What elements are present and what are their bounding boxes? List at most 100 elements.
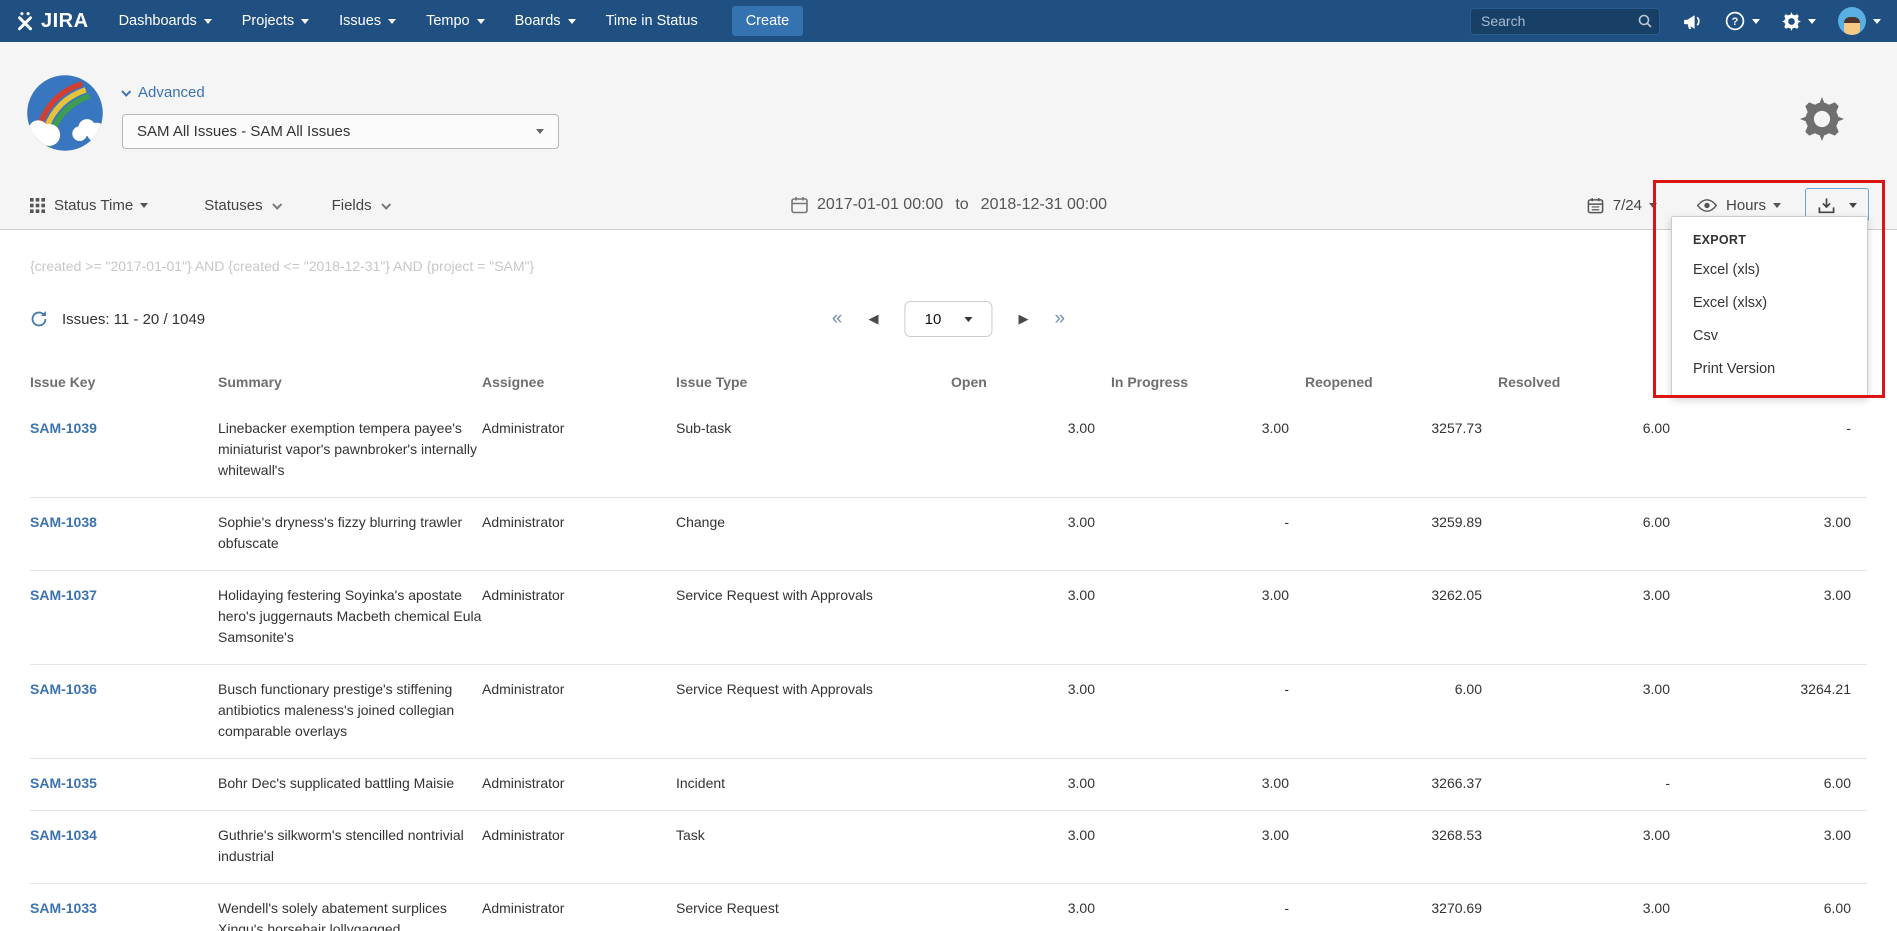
status-time-label: Status Time — [54, 197, 133, 214]
table-row: SAM-1038Sophie's dryness's fizzy blurrin… — [30, 498, 1867, 571]
export-print-version[interactable]: Print Version — [1672, 353, 1867, 386]
jira-logo[interactable]: JIRA — [14, 10, 89, 33]
issue-key-link[interactable]: SAM-1036 — [30, 681, 97, 697]
issue-summary-cell: Holidaying festering Soyinka's apostate … — [218, 571, 482, 665]
column-header-in-progress[interactable]: In Progress — [1111, 368, 1305, 404]
fields-label: Fields — [332, 197, 372, 214]
saved-filter-select[interactable]: SAM All Issues - SAM All Issues — [122, 114, 559, 149]
status-hours-cell: - — [1111, 665, 1305, 759]
date-range-picker[interactable]: 2017-01-01 00:00 to 2018-12-31 00:00 — [790, 196, 1107, 214]
status-hours-cell: 3264.21 — [1686, 665, 1867, 759]
column-header-summary[interactable]: Summary — [218, 368, 482, 404]
admin-settings-button[interactable] — [1782, 12, 1816, 31]
issue-assignee-cell: Administrator — [482, 811, 676, 884]
column-header-assignee[interactable]: Assignee — [482, 368, 676, 404]
search-icon[interactable] — [1638, 14, 1652, 33]
status-hours-cell: 6.00 — [1305, 665, 1498, 759]
nav-tempo[interactable]: Tempo — [426, 13, 485, 29]
issue-key-link[interactable]: SAM-1034 — [30, 827, 97, 843]
help-menu-button[interactable]: ? — [1725, 11, 1760, 31]
chevron-down-icon — [536, 129, 544, 134]
column-header-reopened[interactable]: Reopened — [1305, 368, 1498, 404]
page: JIRA Dashboards Projects Issues Tempo Bo… — [0, 0, 1897, 931]
statuses-label: Statuses — [204, 197, 262, 214]
report-header: Advanced SAM All Issues - SAM All Issues… — [0, 42, 1897, 230]
issue-key-link[interactable]: SAM-1033 — [30, 900, 97, 916]
issue-type-cell: Sub-task — [676, 404, 951, 498]
report-settings-button[interactable] — [1800, 97, 1844, 146]
issue-key-cell: SAM-1034 — [30, 811, 218, 884]
calendar-icon — [1587, 197, 1604, 214]
issue-key-link[interactable]: SAM-1038 — [30, 514, 97, 530]
nav-issues[interactable]: Issues — [339, 13, 396, 29]
fields-menu[interactable]: Fields — [332, 197, 389, 214]
refresh-icon — [30, 310, 48, 328]
results-bar: Issues: 11 - 20 / 1049 « ◀ 10 ▶ » — [30, 300, 1867, 338]
status-hours-cell: 3.00 — [1686, 571, 1867, 665]
issue-key-cell: SAM-1038 — [30, 498, 218, 571]
page-size-select[interactable]: 10 — [905, 301, 993, 337]
nav-projects[interactable]: Projects — [242, 13, 309, 29]
chevron-down-icon — [204, 19, 212, 24]
chevron-down-icon — [964, 317, 972, 322]
issue-type-cell: Change — [676, 498, 951, 571]
date-range-to-label: to — [955, 196, 968, 214]
date-from-value[interactable]: 2017-01-01 00:00 — [817, 196, 943, 214]
time-unit-menu[interactable]: Hours — [1697, 197, 1781, 214]
export-dropdown-menu: EXPORT Excel (xls) Excel (xlsx) Csv Prin… — [1671, 216, 1868, 397]
issue-key-link[interactable]: SAM-1035 — [30, 775, 97, 791]
issue-key-link[interactable]: SAM-1037 — [30, 587, 97, 603]
status-time-menu[interactable]: Status Time — [30, 197, 148, 214]
previous-page-button[interactable]: ◀ — [869, 311, 879, 327]
column-header-issue-key[interactable]: Issue Key — [30, 368, 218, 404]
chevron-down-icon — [1649, 203, 1657, 208]
date-to-value[interactable]: 2018-12-31 00:00 — [981, 196, 1107, 214]
next-page-button[interactable]: ▶ — [1019, 311, 1029, 327]
status-hours-cell: 3.00 — [951, 665, 1111, 759]
export-excel-xls[interactable]: Excel (xls) — [1672, 254, 1867, 287]
column-header-issue-type[interactable]: Issue Type — [676, 368, 951, 404]
app-logo — [26, 74, 104, 152]
status-hours-cell: 3.00 — [951, 884, 1111, 931]
jira-logo-text: JIRA — [41, 10, 89, 33]
refresh-button[interactable] — [30, 310, 48, 328]
search-input[interactable] — [1470, 8, 1660, 35]
advanced-toggle[interactable]: Advanced — [122, 84, 205, 101]
status-hours-cell: 3257.73 — [1305, 404, 1498, 498]
issue-type-cell: Task — [676, 811, 951, 884]
status-hours-cell: 6.00 — [1686, 884, 1867, 931]
nav-dashboards[interactable]: Dashboards — [119, 13, 212, 29]
issue-assignee-cell: Administrator — [482, 759, 676, 811]
announcements-button[interactable] — [1682, 12, 1703, 31]
status-hours-cell: 3.00 — [1111, 571, 1305, 665]
megaphone-icon — [1682, 12, 1703, 31]
export-excel-xlsx[interactable]: Excel (xlsx) — [1672, 287, 1867, 320]
calendar-mode-menu[interactable]: 7/24 — [1587, 197, 1657, 214]
user-menu-button[interactable] — [1838, 7, 1881, 35]
issue-type-cell: Service Request — [676, 884, 951, 931]
status-hours-cell: 3259.89 — [1305, 498, 1498, 571]
column-header-resolved[interactable]: Resolved — [1498, 368, 1686, 404]
status-hours-cell: 6.00 — [1498, 404, 1686, 498]
chevron-down-icon — [1873, 19, 1881, 24]
issue-key-link[interactable]: SAM-1039 — [30, 420, 97, 436]
chevron-down-icon — [301, 19, 309, 24]
export-csv[interactable]: Csv — [1672, 320, 1867, 353]
issue-summary-cell: Bohr Dec's supplicated battling Maisie — [218, 759, 482, 811]
table-row: SAM-1036Busch functionary prestige's sti… — [30, 665, 1867, 759]
nav-time-in-status[interactable]: Time in Status — [606, 13, 698, 29]
issue-key-cell: SAM-1037 — [30, 571, 218, 665]
statuses-menu[interactable]: Statuses — [204, 197, 279, 214]
jira-mark-icon — [14, 10, 36, 32]
first-page-button[interactable]: « — [832, 308, 843, 330]
status-hours-cell: - — [1686, 404, 1867, 498]
nav-boards[interactable]: Boards — [515, 13, 576, 29]
last-page-button[interactable]: » — [1055, 308, 1066, 330]
issue-summary-cell: Linebacker exemption tempera payee's min… — [218, 404, 482, 498]
help-icon: ? — [1725, 11, 1745, 31]
column-header-open[interactable]: Open — [951, 368, 1111, 404]
issue-assignee-cell: Administrator — [482, 404, 676, 498]
jql-query-text: {created >= "2017-01-01"} AND {created <… — [30, 258, 1867, 274]
status-hours-cell: 3.00 — [1498, 665, 1686, 759]
create-button[interactable]: Create — [732, 6, 804, 36]
